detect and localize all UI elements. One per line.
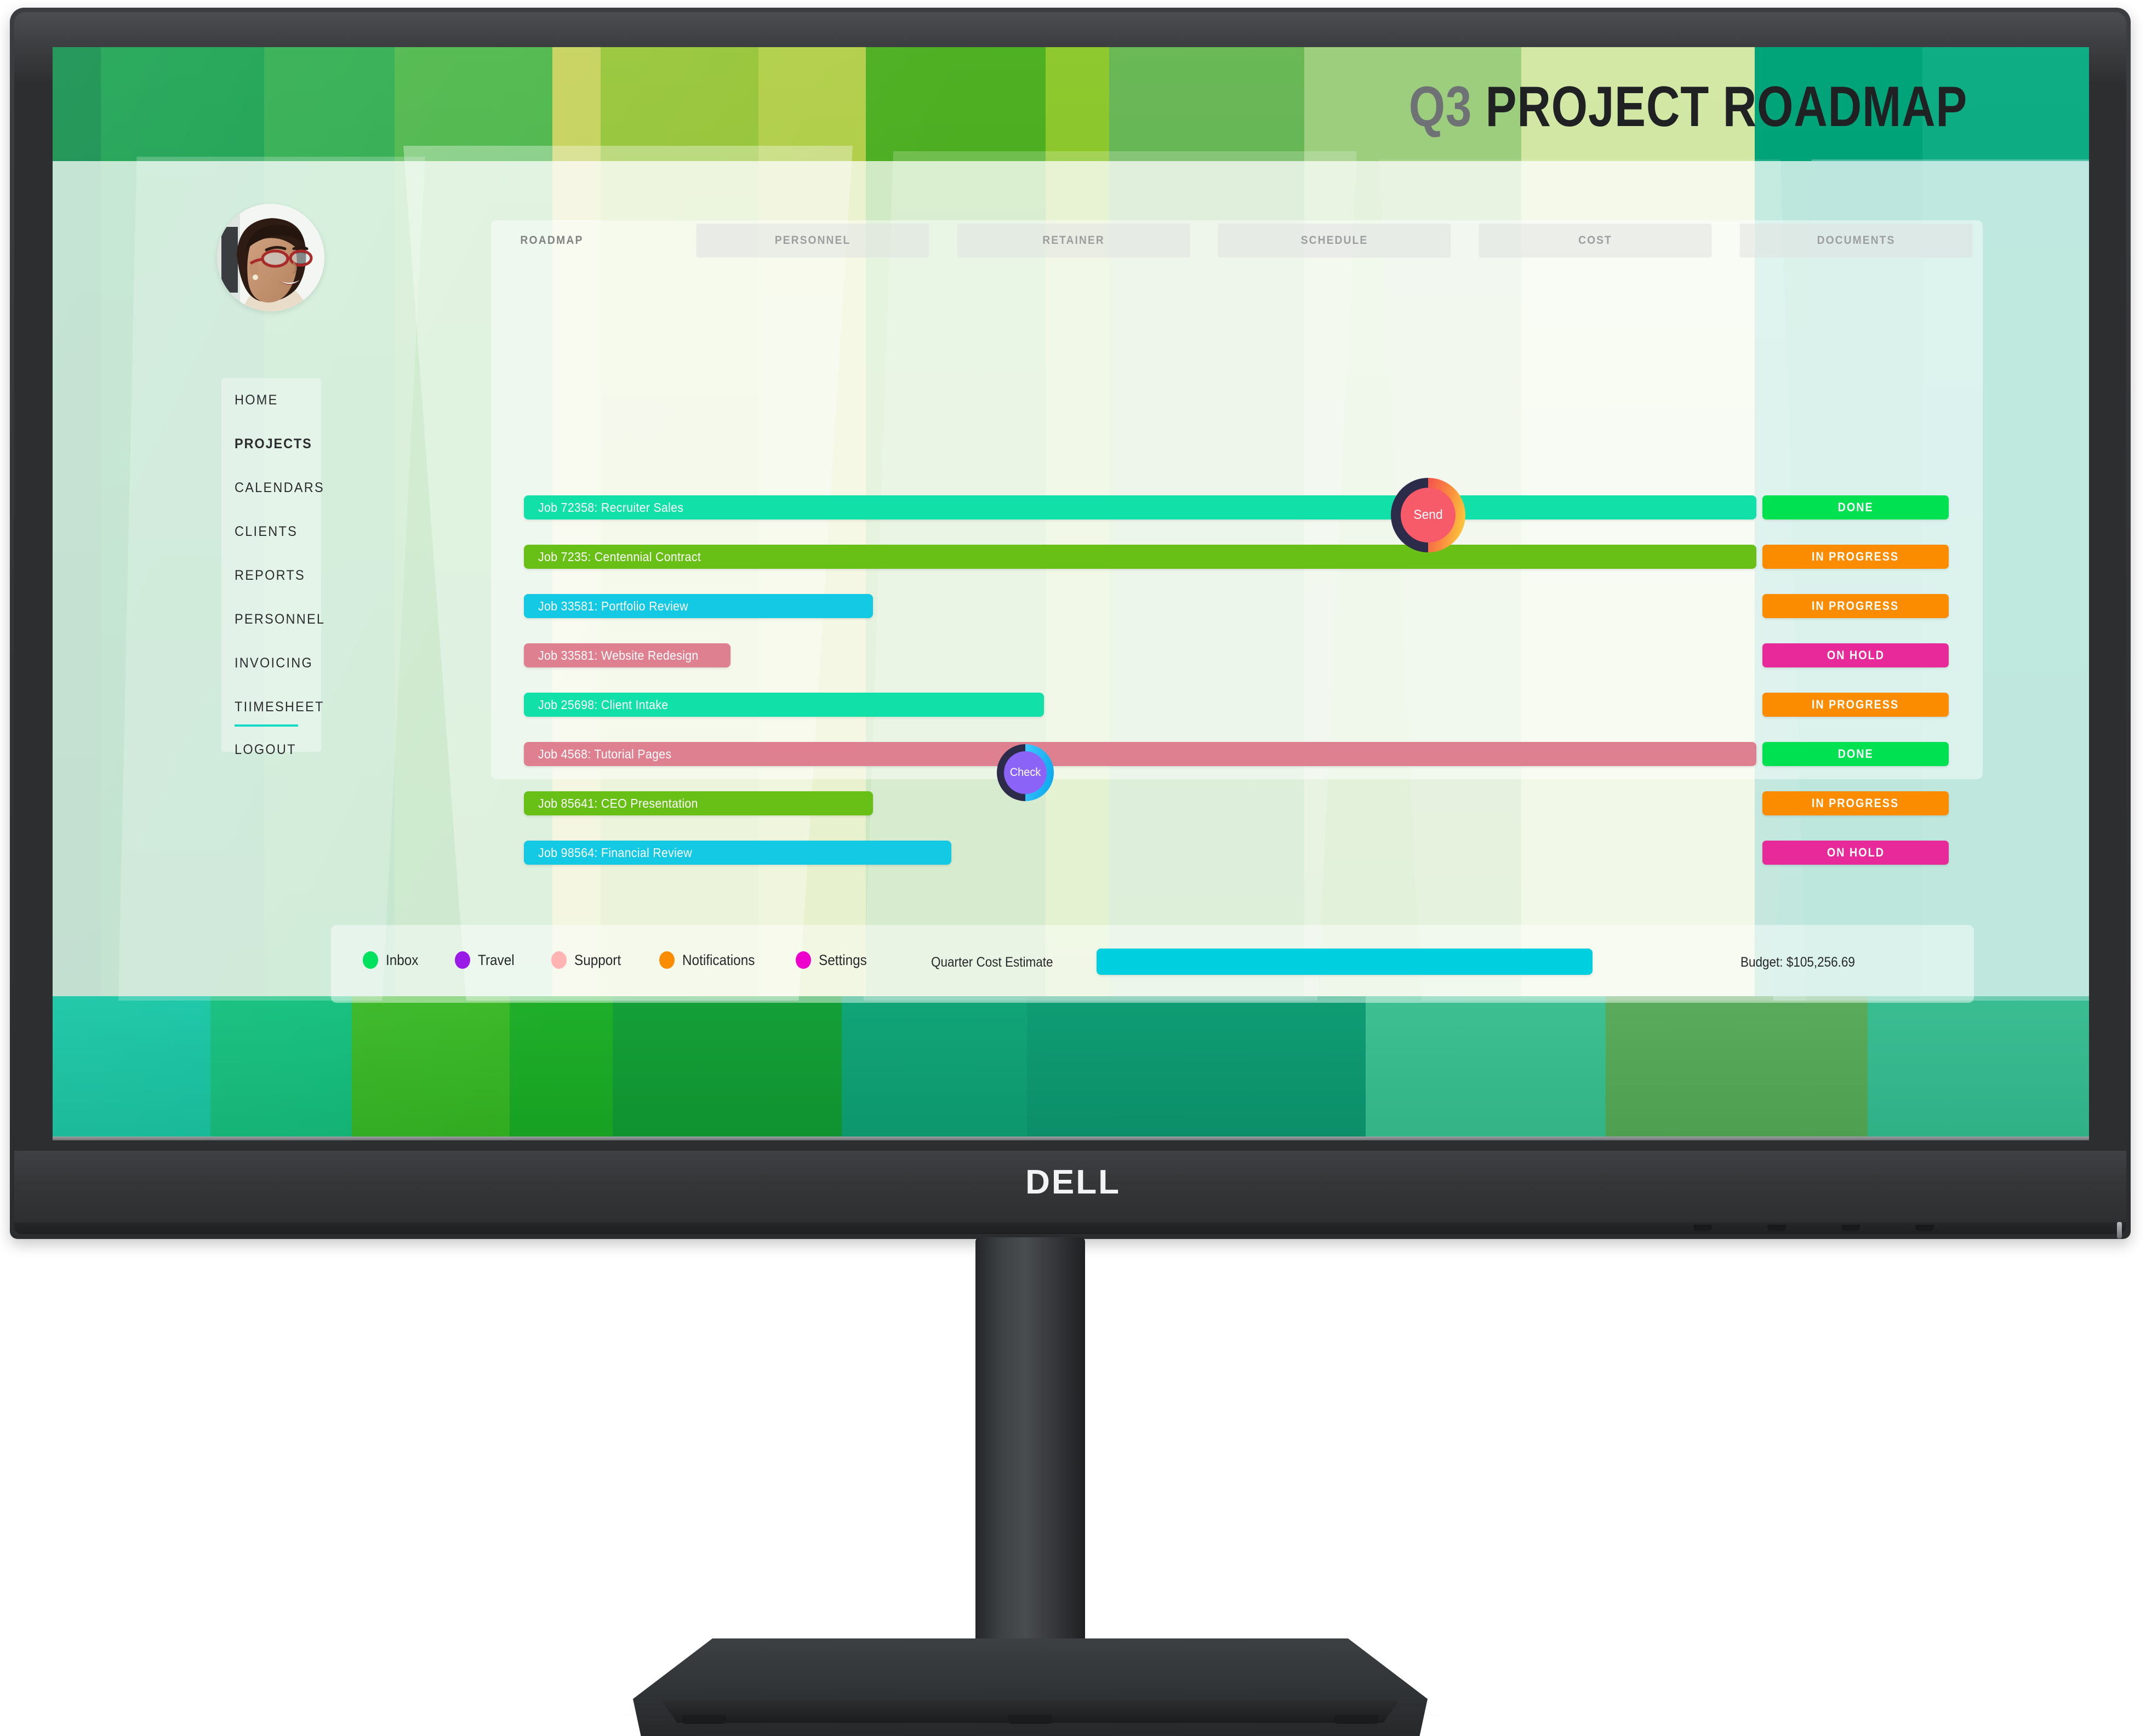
job-label: Job 25698: Client Intake xyxy=(538,697,669,712)
table-row: Job 98564: Financial Review ON HOLD xyxy=(524,841,1949,871)
status-label: IN PROGRESS xyxy=(1812,550,1899,563)
monitor-stand-neck xyxy=(975,1237,1085,1703)
status-badge[interactable]: IN PROGRESS xyxy=(1762,545,1949,569)
page-title-main: PROJECT ROADMAP xyxy=(1485,75,1967,139)
table-row: Job 33581: Portfolio Review IN PROGRESS xyxy=(524,594,1949,624)
job-label: Job 98564: Financial Review xyxy=(538,845,693,860)
stand-foot-right xyxy=(1334,1715,1378,1724)
power-button[interactable] xyxy=(2117,1222,2122,1238)
job-label: Job 85641: CEO Presentation xyxy=(538,796,698,810)
legend-label: Travel xyxy=(478,951,515,968)
job-label: Job 7235: Centennial Contract xyxy=(538,549,701,564)
table-row: Job 7235: Centennial Contract IN PROGRES… xyxy=(524,545,1949,575)
status-badge[interactable]: ON HOLD xyxy=(1762,841,1949,865)
user-profile-photo xyxy=(217,204,324,311)
table-row: Job 72358: Recruiter Sales DONE xyxy=(524,495,1949,526)
sidebar-item-projects[interactable]: PROJECTS xyxy=(235,436,316,452)
cost-estimate-bar[interactable] xyxy=(1097,949,1593,975)
legend-dot-icon xyxy=(659,951,675,969)
status-badge[interactable]: DONE xyxy=(1762,495,1949,519)
legend-dot-icon xyxy=(551,951,567,969)
sidebar-item-tiimesheet[interactable]: TIIMESHEET xyxy=(235,699,323,715)
budget-label: Budget: $105,256.69 xyxy=(1740,955,1855,970)
page-title: Q3 PROJECT ROADMAP xyxy=(1409,75,1967,140)
status-label: DONE xyxy=(1837,500,1874,514)
sidebar-item-logout[interactable]: LOGOUT xyxy=(235,742,316,758)
table-row: Job 4568: Tutorial Pages DONE xyxy=(524,742,1949,772)
legend-item-support[interactable]: Support xyxy=(551,951,626,969)
status-badge[interactable]: IN PROGRESS xyxy=(1762,693,1949,717)
osd-button-1[interactable] xyxy=(1693,1225,1712,1231)
monitor-screen: Q3 PROJECT ROADMAP ROADMAP PERSONNEL RET… xyxy=(53,47,2089,1137)
status-label: ON HOLD xyxy=(1827,846,1885,859)
job-bar[interactable]: Job 7235: Centennial Contract xyxy=(524,545,1756,569)
legend-item-settings[interactable]: Settings xyxy=(795,951,872,969)
job-bar[interactable]: Job 4568: Tutorial Pages xyxy=(524,742,1756,766)
sidebar-item-reports[interactable]: REPORTS xyxy=(235,568,316,584)
status-label: IN PROGRESS xyxy=(1812,599,1899,613)
job-label: Job 72358: Recruiter Sales xyxy=(538,500,684,515)
sidebar-item-calendars[interactable]: CALENDARS xyxy=(235,480,323,496)
legend-label: Notifications xyxy=(682,951,755,968)
stand-foot-left xyxy=(682,1715,726,1724)
legend-item-travel[interactable]: Travel xyxy=(455,951,518,969)
legend-dot-icon xyxy=(455,951,471,969)
sidebar-nav: HOME PROJECTS CALENDARS CLIENTS REPORTS … xyxy=(221,378,324,757)
job-bar[interactable]: Job 25698: Client Intake xyxy=(524,693,1044,717)
screen-bottom-edge xyxy=(53,1137,2089,1140)
page-title-prefix: Q3 xyxy=(1408,75,1472,139)
status-badge[interactable]: IN PROGRESS xyxy=(1762,791,1949,815)
osd-button-3[interactable] xyxy=(1841,1225,1860,1231)
table-row: Job 25698: Client Intake IN PROGRESS xyxy=(524,693,1949,723)
legend-label: Support xyxy=(574,951,621,968)
marker-pin-label: Check xyxy=(1009,766,1041,779)
roadmap-app: Q3 PROJECT ROADMAP ROADMAP PERSONNEL RET… xyxy=(53,47,2089,1137)
sidebar-item-home[interactable]: HOME xyxy=(235,392,316,408)
sidebar-item-invoicing[interactable]: INVOICING xyxy=(235,655,316,671)
dell-monitor: Q3 PROJECT ROADMAP ROADMAP PERSONNEL RET… xyxy=(0,0,2146,1736)
roadmap-rows: Job 72358: Recruiter Sales DONE Job 7235… xyxy=(524,495,1949,890)
legend: Inbox Travel Support Notifications Setti… xyxy=(363,951,872,969)
sidebar-item-personnel[interactable]: PERSONNEL xyxy=(235,612,324,627)
status-label: DONE xyxy=(1837,747,1874,761)
legend-label: Settings xyxy=(818,951,867,968)
job-bar[interactable]: Job 72358: Recruiter Sales xyxy=(524,495,1756,519)
marker-pin-send[interactable]: Send xyxy=(1374,477,1482,564)
status-badge[interactable]: ON HOLD xyxy=(1762,643,1949,667)
osd-button-2[interactable] xyxy=(1767,1225,1786,1231)
sidebar-item-clients[interactable]: CLIENTS xyxy=(235,524,316,540)
job-label: Job 4568: Tutorial Pages xyxy=(538,746,672,761)
status-label: IN PROGRESS xyxy=(1812,698,1899,711)
marker-pin-label: Send xyxy=(1413,507,1443,522)
job-bar[interactable]: Job 33581: Website Redesign xyxy=(524,643,730,667)
job-bar[interactable]: Job 33581: Portfolio Review xyxy=(524,594,873,618)
cost-estimate-label: Quarter Cost Estimate xyxy=(931,955,1053,970)
status-badge[interactable]: IN PROGRESS xyxy=(1762,594,1949,618)
status-label: IN PROGRESS xyxy=(1812,796,1899,810)
table-row: Job 85641: CEO Presentation IN PROGRESS xyxy=(524,791,1949,821)
status-label: ON HOLD xyxy=(1827,648,1885,662)
stand-foot-center xyxy=(1008,1715,1052,1724)
job-label: Job 33581: Website Redesign xyxy=(538,648,699,663)
legend-label: Inbox xyxy=(386,951,419,968)
monitor-chin-edge xyxy=(14,1222,2126,1234)
legend-dot-icon xyxy=(363,951,378,969)
legend-item-notifications[interactable]: Notifications xyxy=(659,951,763,969)
status-badge[interactable]: DONE xyxy=(1762,742,1949,766)
avatar[interactable] xyxy=(217,204,324,311)
legend-item-inbox[interactable]: Inbox xyxy=(363,951,422,969)
job-label: Job 33581: Portfolio Review xyxy=(538,598,688,613)
job-bar[interactable]: Job 85641: CEO Presentation xyxy=(524,791,873,815)
legend-dot-icon xyxy=(795,951,811,969)
dell-logo: DELL xyxy=(1025,1163,1121,1201)
osd-button-4[interactable] xyxy=(1915,1225,1934,1231)
job-bar[interactable]: Job 98564: Financial Review xyxy=(524,841,951,865)
sidebar-divider xyxy=(235,724,298,727)
table-row: Job 33581: Website Redesign ON HOLD xyxy=(524,643,1949,673)
marker-pin-check[interactable]: Check xyxy=(986,743,1064,813)
